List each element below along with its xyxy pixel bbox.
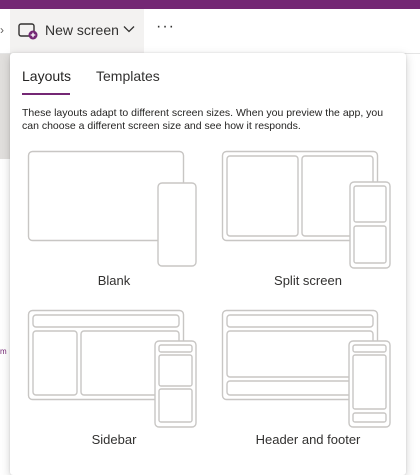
command-bar: › New screen ··· — [0, 9, 420, 54]
chevron-left-icon[interactable]: › — [0, 23, 4, 37]
selected-tab-indicator — [22, 93, 70, 95]
tab-templates[interactable]: Templates — [96, 68, 160, 84]
layout-split-screen[interactable]: Split screen — [221, 150, 395, 290]
chevron-down-icon — [123, 26, 135, 33]
layouts-description: These layouts adapt to different screen … — [22, 107, 384, 132]
app-header-bar — [0, 0, 420, 9]
left-pane-text-fragment: m — [0, 347, 7, 356]
more-options-button[interactable]: ··· — [156, 18, 174, 42]
new-screen-icon — [18, 23, 38, 40]
split-screen-thumbnail — [221, 150, 391, 269]
right-canvas-edge — [408, 400, 420, 475]
layout-sidebar[interactable]: Sidebar — [27, 309, 201, 449]
layout-blank-label: Blank — [97, 273, 131, 288]
layout-blank[interactable]: Blank — [27, 150, 201, 290]
new-screen-flyout: Layouts Templates These layouts adapt to… — [10, 53, 406, 475]
sidebar-layout-thumbnail — [27, 309, 197, 428]
blank-layout-thumbnail — [27, 150, 197, 267]
layout-sidebar-label: Sidebar — [91, 432, 137, 447]
layout-split-screen-label: Split screen — [274, 273, 342, 288]
new-screen-label: New screen — [45, 22, 119, 38]
header-footer-thumbnail — [221, 309, 391, 428]
layout-header-and-footer-label: Header and footer — [255, 432, 361, 447]
tab-layouts[interactable]: Layouts — [22, 68, 71, 84]
new-screen-button[interactable]: New screen — [10, 9, 144, 53]
layout-header-and-footer[interactable]: Header and footer — [221, 309, 395, 449]
